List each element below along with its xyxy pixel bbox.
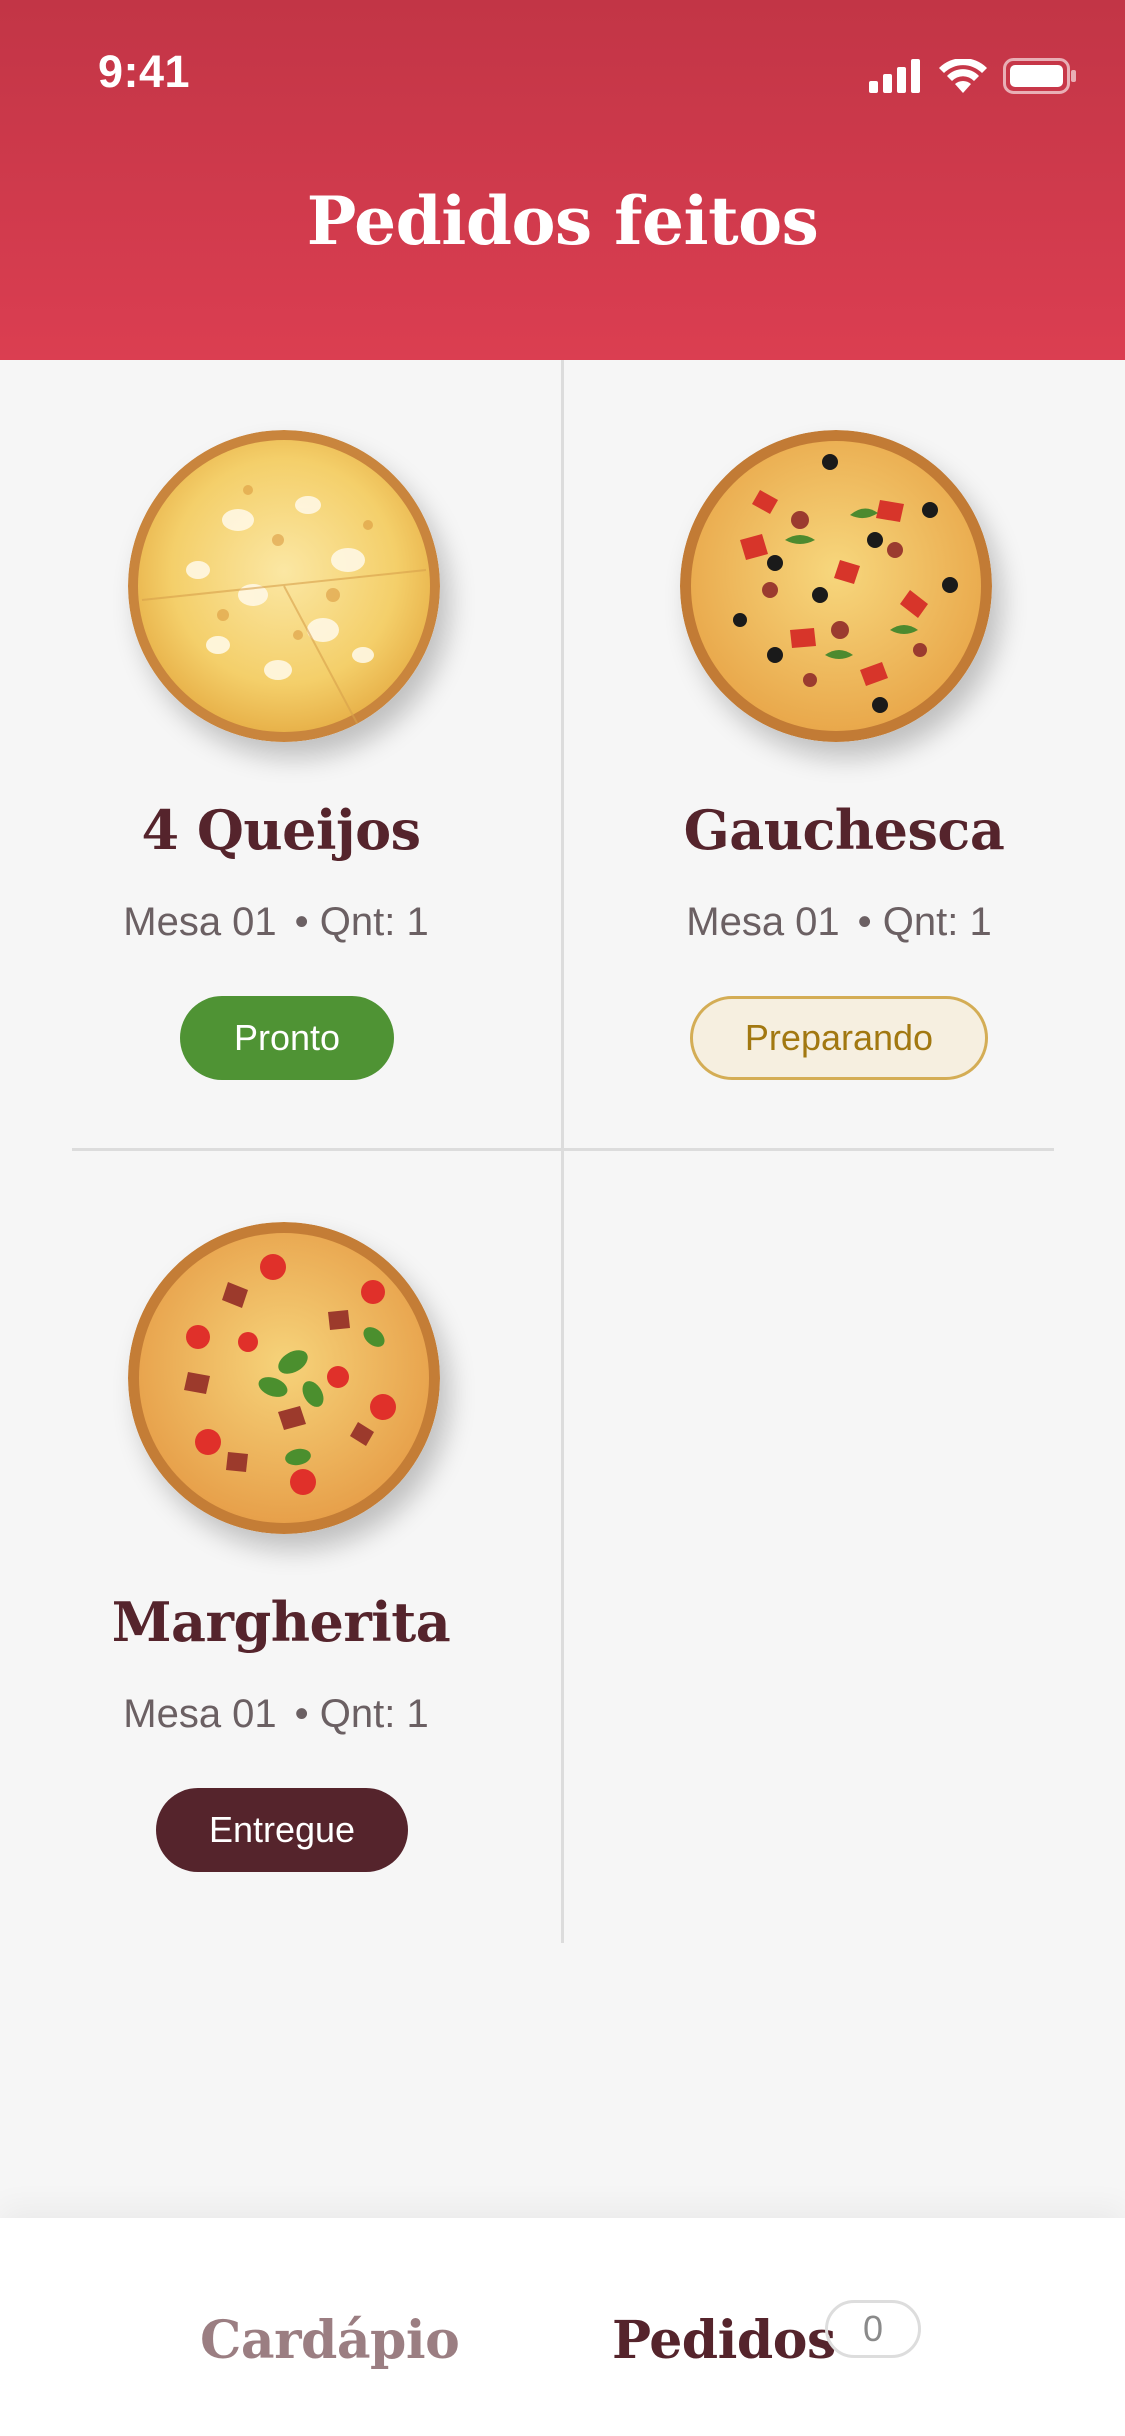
status-badge-preparing: Preparando xyxy=(690,996,988,1080)
status-icons xyxy=(869,56,1077,96)
order-card-gauchesca[interactable]: Gauchesca Mesa 01 • Qnt: 1 Preparando xyxy=(563,360,1125,1150)
order-name: 4 Queijos xyxy=(141,798,422,862)
nav-tab-pedidos[interactable]: Pedidos xyxy=(612,2310,836,2371)
wifi-icon xyxy=(939,59,987,93)
pizza-gauchesca-image xyxy=(680,430,992,742)
order-qty: • Qnt: 1 xyxy=(857,900,992,944)
orders-grid: 4 Queijos Mesa 01 • Qnt: 1 Pronto Gauche… xyxy=(0,360,1125,1945)
order-card-4-queijos[interactable]: 4 Queijos Mesa 01 • Qnt: 1 Pronto xyxy=(0,360,562,1150)
order-name: Margherita xyxy=(111,1590,451,1654)
pizza-margherita-image xyxy=(128,1222,440,1534)
order-table: Mesa 01 xyxy=(123,900,277,944)
order-table: Mesa 01 xyxy=(686,900,840,944)
order-meta: Mesa 01 • Qnt: 1 xyxy=(0,900,562,945)
order-table: Mesa 01 xyxy=(123,1692,277,1736)
status-badge-delivered: Entregue xyxy=(156,1788,408,1872)
status-badge-ready: Pronto xyxy=(180,996,394,1080)
order-name: Gauchesca xyxy=(683,798,1005,862)
orders-count-badge: 0 xyxy=(825,2300,921,2358)
order-qty: • Qnt: 1 xyxy=(294,900,429,944)
bottom-nav: Cardápio Pedidos 0 xyxy=(0,2218,1125,2436)
signal-icon xyxy=(869,59,920,93)
header: 9:41 Pedidos feitos xyxy=(0,0,1125,360)
battery-icon xyxy=(1003,58,1076,94)
page-title: Pedidos feitos xyxy=(306,182,819,260)
order-meta: Mesa 01 • Qnt: 1 xyxy=(0,1692,562,1737)
order-qty: • Qnt: 1 xyxy=(294,1692,429,1736)
pizza-4-queijos-image xyxy=(128,430,440,742)
status-time: 9:41 xyxy=(98,46,191,97)
nav-tab-cardapio[interactable]: Cardápio xyxy=(200,2310,460,2371)
order-card-margherita[interactable]: Margherita Mesa 01 • Qnt: 1 Entregue xyxy=(0,1152,562,1942)
order-meta: Mesa 01 • Qnt: 1 xyxy=(563,900,1125,945)
